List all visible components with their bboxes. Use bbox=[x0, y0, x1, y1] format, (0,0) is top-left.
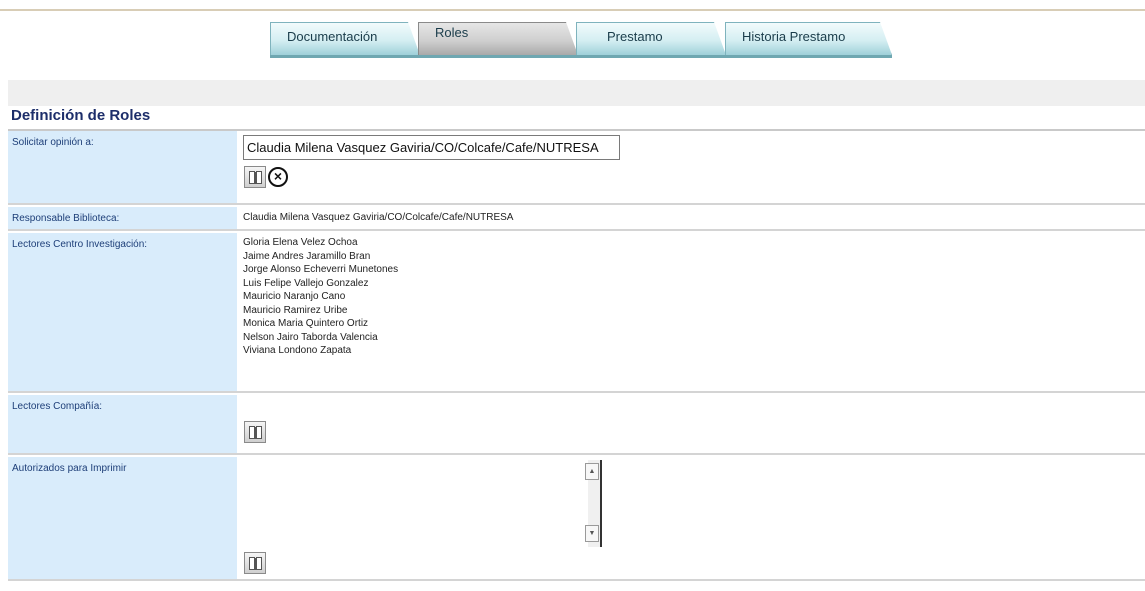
row-responsable-biblioteca: Responsable Biblioteca: Claudia Milena V… bbox=[8, 207, 1145, 231]
list-item: Jorge Alonso Echeverri Munetones bbox=[243, 264, 399, 275]
list-item: Luis Felipe Vallejo Gonzalez bbox=[243, 277, 369, 289]
field-label: Autorizados para Imprimir bbox=[8, 457, 237, 579]
field-value: Claudia Milena Vasquez Gaviria/CO/Colcaf… bbox=[241, 131, 1145, 203]
address-book-button[interactable] bbox=[244, 421, 266, 443]
row-lectores-compania: Lectores Compañía: bbox=[8, 395, 1145, 455]
list-item: Mauricio Ramirez Uribe bbox=[243, 304, 348, 316]
readers-list: Gloria Elena Velez Ochoa Jaime Andres Ja… bbox=[243, 236, 398, 358]
tab-label: Roles bbox=[435, 25, 469, 40]
field-value bbox=[241, 395, 1145, 453]
row-autorizados-imprimir: Autorizados para Imprimir ▲ ▼ bbox=[8, 457, 1145, 581]
address-book-button[interactable] bbox=[244, 552, 266, 574]
tab-roles[interactable]: Roles bbox=[418, 22, 578, 55]
field-label: Lectores Compañía: bbox=[8, 395, 237, 453]
list-item: Viviana Londono Zapata bbox=[243, 345, 352, 356]
field-label: Lectores Centro Investigación: bbox=[8, 233, 237, 391]
solicitar-opinion-input[interactable]: Claudia Milena Vasquez Gaviria/CO/Colcaf… bbox=[243, 135, 620, 160]
page-title: Definición de Roles bbox=[11, 107, 151, 124]
book-icon bbox=[248, 170, 262, 184]
field-label: Responsable Biblioteca: bbox=[8, 207, 237, 229]
list-item: Mauricio Naranjo Cano bbox=[243, 291, 346, 302]
book-icon bbox=[248, 425, 262, 439]
arrow-up-icon[interactable]: ▲ bbox=[585, 463, 599, 480]
autorizados-textarea[interactable] bbox=[243, 460, 583, 547]
field-value: Claudia Milena Vasquez Gaviria/CO/Colcaf… bbox=[241, 207, 1145, 229]
book-icon bbox=[248, 556, 262, 570]
row-solicitar-opinion: Solicitar opinión a: Claudia Milena Vasq… bbox=[8, 131, 1145, 205]
field-label: Solicitar opinión a: bbox=[8, 131, 237, 203]
scrollbar[interactable]: ▲ ▼ bbox=[585, 460, 602, 547]
field-value: ▲ ▼ bbox=[241, 457, 1145, 579]
tab-label: Historia Prestamo bbox=[742, 29, 846, 44]
list-item: Monica Maria Quintero Ortiz bbox=[243, 318, 369, 329]
row-lectores-centro: Lectores Centro Investigación: Gloria El… bbox=[8, 233, 1145, 393]
address-book-button[interactable] bbox=[244, 166, 266, 188]
tab-underline bbox=[270, 55, 892, 58]
list-item: Gloria Elena Velez Ochoa bbox=[243, 237, 358, 248]
tab-label: Documentación bbox=[287, 29, 378, 44]
list-item: Jaime Andres Jaramillo Bran bbox=[243, 250, 371, 262]
responsable-value: Claudia Milena Vasquez Gaviria/CO/Colcaf… bbox=[243, 212, 514, 223]
header-strip bbox=[8, 80, 1145, 106]
tab-historia-prestamo[interactable]: Historia Prestamo bbox=[725, 22, 892, 55]
tab-documentacion[interactable]: Documentación bbox=[270, 22, 420, 55]
arrow-down-icon[interactable]: ▼ bbox=[585, 525, 599, 542]
top-divider bbox=[0, 9, 1145, 11]
tab-label: Prestamo bbox=[607, 29, 663, 44]
tab-prestamo[interactable]: Prestamo bbox=[576, 22, 726, 55]
list-item: Nelson Jairo Taborda Valencia bbox=[243, 331, 378, 343]
x-circle-icon[interactable]: × bbox=[268, 167, 288, 187]
field-value: Gloria Elena Velez Ochoa Jaime Andres Ja… bbox=[241, 233, 1145, 391]
tab-bar: Documentación Roles Prestamo Historia Pr… bbox=[270, 22, 892, 58]
